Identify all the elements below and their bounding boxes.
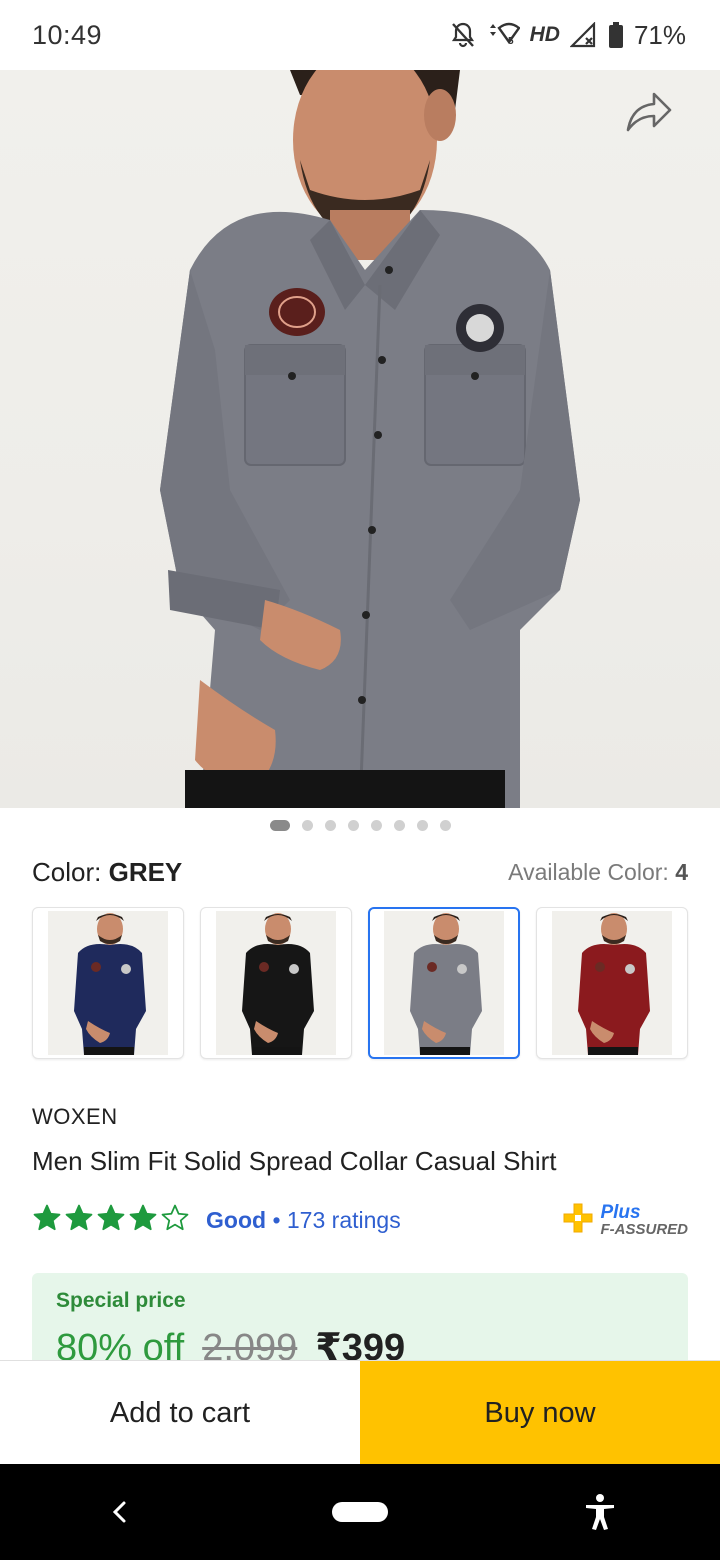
status-time: 10:49 bbox=[32, 19, 103, 50]
carousel-dot[interactable] bbox=[347, 820, 359, 831]
notifications-off-icon bbox=[450, 21, 476, 49]
add-to-cart-button[interactable]: Add to cart bbox=[0, 1361, 360, 1465]
assured-plus-text: Plus bbox=[600, 1202, 641, 1223]
battery-icon bbox=[608, 21, 624, 49]
carousel-dot[interactable] bbox=[393, 820, 405, 831]
star-filled-icon bbox=[64, 1203, 94, 1238]
home-pill-icon[interactable] bbox=[320, 1482, 400, 1542]
color-swatch-maroon[interactable] bbox=[536, 907, 688, 1059]
carousel-dots bbox=[0, 820, 720, 831]
star-filled-icon bbox=[32, 1203, 62, 1238]
color-swatch-black[interactable] bbox=[200, 907, 352, 1059]
product-image[interactable] bbox=[0, 70, 720, 808]
star-filled-icon bbox=[96, 1203, 126, 1238]
color-swatch-grey[interactable] bbox=[368, 907, 520, 1059]
carousel-dot[interactable] bbox=[370, 820, 382, 831]
special-price-label: Special price bbox=[56, 1289, 186, 1312]
battery-percent: 71% bbox=[633, 19, 686, 50]
signal-icon bbox=[569, 22, 598, 48]
rating-row[interactable]: Good • 173 ratings Plus F-ASSURED bbox=[32, 1200, 688, 1240]
product-title: Men Slim Fit Solid Spread Collar Casual … bbox=[32, 1146, 557, 1176]
selected-color: GREY bbox=[108, 856, 183, 887]
star-empty-icon bbox=[160, 1203, 190, 1238]
rating-label: Good bbox=[206, 1206, 267, 1233]
available-colors: Available Color: 4 bbox=[508, 858, 688, 885]
star-rating bbox=[32, 1203, 190, 1238]
carousel-dot[interactable] bbox=[269, 820, 290, 831]
available-count: 4 bbox=[675, 858, 688, 885]
rating-summary[interactable]: Good • 173 ratings bbox=[206, 1207, 401, 1234]
swatch-image bbox=[552, 911, 672, 1055]
shirt-model-illustration bbox=[160, 70, 580, 808]
carousel-dot[interactable] bbox=[439, 820, 451, 831]
color-label: Color: GREY bbox=[32, 856, 183, 887]
color-swatches bbox=[32, 907, 688, 1059]
assured-sub-text: F-ASSURED bbox=[600, 1221, 688, 1238]
swatch-image bbox=[216, 911, 336, 1055]
color-swatch-navy[interactable] bbox=[32, 907, 184, 1059]
swatch-image bbox=[384, 911, 504, 1055]
status-icons: 5 HD 71% bbox=[450, 20, 686, 51]
color-row: Color: GREY Available Color: 4 bbox=[32, 852, 688, 892]
carousel-dot[interactable] bbox=[324, 820, 336, 831]
plus-assured-icon bbox=[562, 1202, 594, 1239]
carousel-dot[interactable] bbox=[416, 820, 428, 831]
system-nav-bar bbox=[0, 1464, 720, 1560]
action-bar: Add to cart Buy now bbox=[0, 1360, 720, 1465]
wifi-icon: 5 bbox=[486, 22, 520, 48]
swatch-image bbox=[48, 911, 168, 1055]
carousel-dot[interactable] bbox=[301, 820, 313, 831]
rating-count: 173 ratings bbox=[286, 1206, 401, 1233]
accessibility-icon[interactable] bbox=[560, 1482, 640, 1542]
share-icon[interactable] bbox=[624, 90, 674, 134]
star-filled-icon bbox=[128, 1203, 158, 1238]
svg-text:5: 5 bbox=[508, 36, 514, 47]
plus-assured-badge: Plus F-ASSURED bbox=[562, 1202, 688, 1239]
brand-name: WOXEN bbox=[32, 1104, 118, 1129]
buy-now-button[interactable]: Buy now bbox=[360, 1361, 720, 1465]
back-icon[interactable] bbox=[80, 1482, 160, 1542]
network-label: HD bbox=[529, 23, 560, 46]
status-bar: 10:49 5 HD 71% bbox=[0, 0, 720, 70]
